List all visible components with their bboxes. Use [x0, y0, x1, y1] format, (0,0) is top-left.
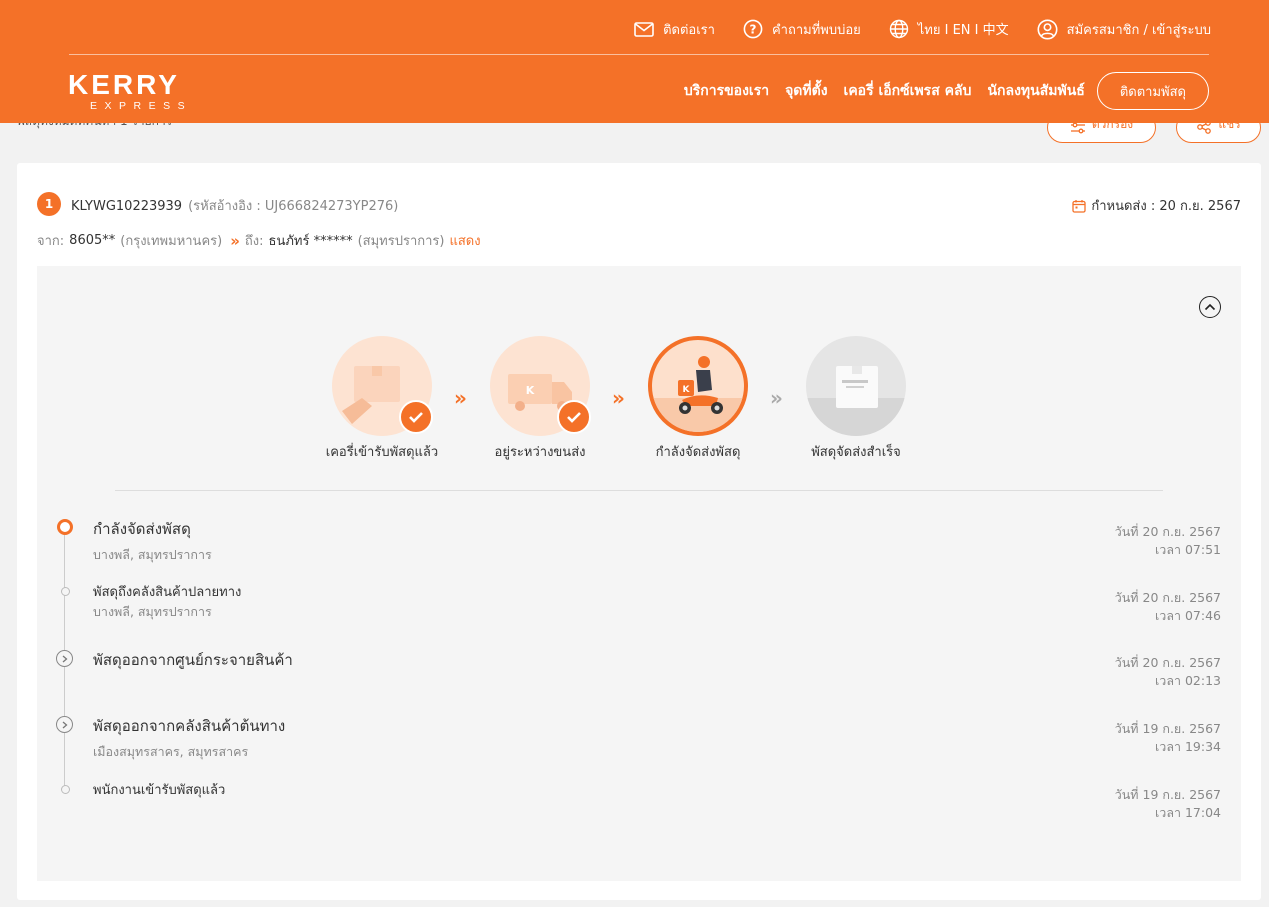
timeline-event-title: กำลังจัดส่งพัสดุ: [93, 520, 191, 538]
main-nav: บริการของเรา จุดที่ตั้ง เคอรี่ เอ็กซ์เพร…: [668, 72, 1209, 110]
reference-number: (รหัสอ้างอิง : UJ666824273YP276): [188, 199, 399, 214]
step-in-transit: K อยู่ระหว่างขนส่ง: [475, 336, 605, 462]
contact-label: ติดต่อเรา: [663, 22, 715, 38]
chevron-right-icon: [62, 721, 67, 728]
section-divider: [115, 490, 1163, 491]
timeline-event-date: วันที่ 20 ก.ย. 2567: [1114, 590, 1221, 605]
chevron-up-icon: [1204, 303, 1216, 311]
step-picked-up-check: [399, 400, 433, 434]
svg-text:EXPRESS: EXPRESS: [90, 100, 192, 112]
nav-investors[interactable]: นักลงทุนสัมพันธ์: [987, 80, 1084, 102]
parcel-card: 1 KLYWG10223939 (รหัสอ้างอิง : UJ66682427…: [17, 163, 1261, 900]
timeline-event-time: เวลา 17:04: [1155, 805, 1221, 820]
tracking-number-value: KLYWG10223939: [71, 199, 183, 214]
step-out-for-delivery: K กำลังจัดส่งพัสดุ: [633, 336, 763, 462]
nav-locations[interactable]: จุดที่ตั้ง: [785, 80, 827, 102]
timeline-event-title: พัสดุถึงคลังสินค้าปลายทาง: [93, 585, 242, 600]
from-region: (กรุงเทพมหานคร): [120, 234, 223, 249]
parcel-index-badge: 1: [37, 192, 61, 216]
timeline-event-datetime: วันที่ 20 ก.ย. 2567 เวลา 07:46: [1115, 589, 1221, 625]
step-in-transit-label: อยู่ระหว่างขนส่ง: [494, 445, 586, 460]
route-info: จาก: 8605** (กรุงเทพมหานคร) » ถึง: ธนภัท…: [37, 230, 481, 251]
timeline-event-time: เวลา 19:34: [1155, 739, 1221, 754]
due-date-text: กำหนดส่ง : 20 ก.ย. 2567: [1091, 199, 1241, 214]
user-icon: [1037, 19, 1058, 39]
to-region: (สมุทรปราการ): [357, 234, 445, 249]
expand-event-button[interactable]: [56, 650, 73, 667]
faq-label: คำถามที่พบบ่อย: [771, 22, 861, 38]
svg-text:K: K: [683, 385, 691, 395]
tracking-detail-panel: เคอรี่เข้ารับพัสดุแล้ว » K อยู่ระหว่างขน…: [37, 266, 1241, 881]
timeline-event-date: วันที่ 20 ก.ย. 2567: [1114, 524, 1221, 539]
check-icon: [409, 412, 423, 423]
timeline-event-date: วันที่ 19 ก.ย. 2567: [1114, 787, 1221, 802]
nav-services[interactable]: บริการของเรา: [684, 80, 769, 102]
timeline-event-title: พนักงานเข้ารับพัสดุแล้ว: [93, 783, 226, 798]
svg-text:K: K: [526, 384, 535, 397]
globe-icon: [889, 19, 908, 39]
account-link[interactable]: สมัครสมาชิก / เข้าสู่ระบบ: [1037, 19, 1211, 40]
step-arrow-icon: »: [612, 386, 625, 410]
from-label: จาก:: [37, 234, 65, 249]
timeline-event-location: บางพลี, สมุทรปราการ: [93, 604, 212, 619]
step-delivered: พัสดุจัดส่งสำเร็จ: [791, 336, 921, 462]
faq-link[interactable]: ? คำถามที่พบบ่อย: [743, 19, 861, 40]
calendar-icon: [1072, 199, 1087, 213]
kerry-express-logo[interactable]: KERRY EXPRESS: [68, 70, 228, 112]
step-arrow-icon: »: [770, 386, 783, 410]
due-date: กำหนดส่ง : 20 ก.ย. 2567: [1072, 195, 1241, 216]
to-label: ถึง:: [244, 234, 264, 249]
step-out-for-delivery-image: K: [648, 336, 748, 436]
timeline-event-location: เมืองสมุทรสาคร, สมุทรสาคร: [93, 744, 249, 759]
timeline-event-title: พัสดุออกจากคลังสินค้าต้นทาง: [93, 717, 286, 735]
check-icon: [567, 412, 581, 423]
tracking-number: KLYWG10223939 (รหัสอ้างอิง : UJ666824273Y…: [71, 195, 398, 216]
timeline-event-location: บางพลี, สมุทรปราการ: [93, 547, 212, 562]
timeline-event-datetime: วันที่ 20 ก.ย. 2567 เวลา 07:51: [1115, 523, 1221, 559]
to-value: ธนภัทร์ ******: [268, 234, 353, 249]
contact-link[interactable]: ติดต่อเรา: [634, 19, 715, 40]
track-parcel-button[interactable]: ติดตามพัสดุ: [1096, 72, 1209, 110]
timeline-event-datetime: วันที่ 20 ก.ย. 2567 เวลา 02:13: [1115, 654, 1221, 690]
timeline-event-time: เวลา 07:51: [1155, 542, 1221, 557]
header-divider: [69, 54, 1209, 55]
timeline-event-date: วันที่ 20 ก.ย. 2567: [1114, 655, 1221, 670]
step-out-for-delivery-label: กำลังจัดส่งพัสดุ: [655, 445, 741, 460]
question-icon: ?: [743, 19, 763, 39]
show-recipient-link[interactable]: แสดง: [449, 230, 480, 251]
svg-text:?: ?: [749, 23, 756, 37]
step-delivered-label: พัสดุจัดส่งสำเร็จ: [811, 445, 901, 460]
timeline-event-title: พัสดุออกจากศูนย์กระจายสินค้า: [93, 651, 293, 669]
timeline-event-time: เวลา 07:46: [1155, 608, 1221, 623]
delivered-box-icon: [806, 366, 906, 436]
from-value: 8605**: [69, 233, 116, 248]
current-status-dot: [57, 519, 73, 535]
double-chevron-icon: »: [230, 231, 240, 250]
language-label: ไทย I EN I 中文: [917, 22, 1009, 38]
svg-text:KERRY: KERRY: [68, 70, 180, 100]
step-in-transit-check: [557, 400, 591, 434]
chevron-right-icon: [62, 655, 67, 662]
site-header: ติดต่อเรา ? คำถามที่พบบ่อย ไทย I EN I 中文…: [0, 0, 1269, 123]
step-picked-up-label: เคอรี่เข้ารับพัสดุแล้ว: [325, 445, 439, 460]
status-dot: [61, 785, 70, 794]
account-label: สมัครสมาชิก / เข้าสู่ระบบ: [1066, 22, 1211, 38]
step-picked-up: เคอรี่เข้ารับพัสดุแล้ว: [317, 336, 447, 462]
top-utility-bar: ติดต่อเรา ? คำถามที่พบบ่อย ไทย I EN I 中文…: [606, 14, 1211, 44]
timeline-event-date: วันที่ 19 ก.ย. 2567: [1114, 721, 1221, 736]
collapse-button[interactable]: [1199, 296, 1221, 318]
scooter-rider-icon: K: [652, 356, 744, 432]
status-dot: [61, 587, 70, 596]
timeline-event-time: เวลา 02:13: [1155, 673, 1221, 688]
mail-icon: [634, 21, 654, 37]
timeline-event-datetime: วันที่ 19 ก.ย. 2567 เวลา 17:04: [1115, 786, 1221, 822]
step-delivered-image: [806, 336, 906, 436]
step-arrow-icon: »: [454, 386, 467, 410]
nav-club[interactable]: เคอรี่ เอ็กซ์เพรส คลับ: [844, 80, 972, 102]
filter-icon: [1070, 122, 1085, 134]
language-selector[interactable]: ไทย I EN I 中文: [889, 19, 1009, 40]
expand-event-button[interactable]: [56, 716, 73, 733]
timeline-event-datetime: วันที่ 19 ก.ย. 2567 เวลา 19:34: [1115, 720, 1221, 756]
